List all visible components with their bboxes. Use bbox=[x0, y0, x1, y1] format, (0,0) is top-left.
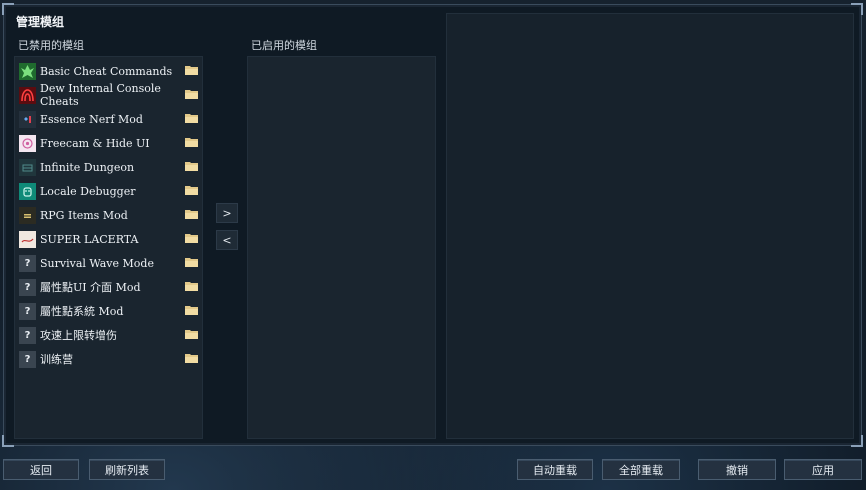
mod-name: SUPER LACERTA bbox=[40, 232, 139, 246]
mod-name: 攻速上限转增伤 bbox=[40, 328, 117, 342]
reload-all-button[interactable]: 全部重载 bbox=[602, 459, 680, 480]
dungeon-icon bbox=[19, 158, 36, 176]
folder-icon[interactable] bbox=[185, 209, 198, 219]
folder-icon[interactable] bbox=[185, 353, 198, 363]
mod-name: Essence Nerf Mod bbox=[40, 112, 143, 126]
mod-item[interactable]: Freecam & Hide UI bbox=[17, 131, 200, 155]
manage-mods-dialog: 管理模组 已禁用的模组 已启用的模组 Basic Cheat Commands … bbox=[2, 3, 863, 447]
mod-item[interactable]: ? 屬性點UI 介面 Mod bbox=[17, 275, 200, 299]
enable-mod-button[interactable]: > bbox=[216, 203, 238, 223]
auto-reload-button[interactable]: 自动重载 bbox=[517, 459, 593, 480]
mod-name: 屬性點系統 Mod bbox=[40, 304, 124, 318]
mod-item[interactable]: ? 攻速上限转增伤 bbox=[17, 323, 200, 347]
mod-name: Infinite Dungeon bbox=[40, 160, 135, 174]
folder-icon[interactable] bbox=[185, 89, 198, 99]
mod-item[interactable]: Infinite Dungeon bbox=[17, 155, 200, 179]
corner-ornament bbox=[2, 435, 14, 447]
cheat-icon bbox=[19, 62, 36, 80]
folder-icon[interactable] bbox=[185, 233, 198, 243]
enabled-mods-list[interactable] bbox=[247, 56, 436, 439]
console-icon bbox=[19, 86, 36, 104]
mod-item[interactable]: Essence Nerf Mod bbox=[17, 107, 200, 131]
dialog-title: 管理模组 bbox=[16, 15, 65, 29]
mod-item[interactable]: RPG Items Mod bbox=[17, 203, 200, 227]
apply-button[interactable]: 应用 bbox=[784, 459, 862, 480]
disable-mod-button[interactable]: < bbox=[216, 230, 238, 250]
mod-name: RPG Items Mod bbox=[40, 208, 128, 222]
mod-name: Freecam & Hide UI bbox=[40, 136, 150, 150]
mod-name: Dew Internal Console Cheats bbox=[40, 82, 161, 108]
unknown-mod-icon: ? bbox=[19, 326, 36, 344]
unknown-mod-icon: ? bbox=[19, 278, 36, 296]
unknown-mod-icon: ? bbox=[19, 350, 36, 368]
locale-icon bbox=[19, 182, 36, 200]
back-button[interactable]: 返回 bbox=[3, 459, 79, 480]
mod-name: 屬性點UI 介面 Mod bbox=[40, 280, 141, 294]
rpg-icon bbox=[19, 206, 36, 224]
mod-details-panel bbox=[446, 13, 854, 439]
folder-icon[interactable] bbox=[185, 281, 198, 291]
lacerta-icon bbox=[19, 230, 36, 248]
folder-icon[interactable] bbox=[185, 257, 198, 267]
cancel-button[interactable]: 撤销 bbox=[698, 459, 776, 480]
disabled-mods-list[interactable]: Basic Cheat Commands Dew Internal Consol… bbox=[14, 56, 203, 439]
mod-item[interactable]: ? 训练营 bbox=[17, 347, 200, 371]
disabled-mods-label: 已禁用的模组 bbox=[18, 39, 84, 52]
freecam-icon bbox=[19, 134, 36, 152]
refresh-list-button[interactable]: 刷新列表 bbox=[89, 459, 165, 480]
unknown-mod-icon: ? bbox=[19, 254, 36, 272]
essence-icon bbox=[19, 110, 36, 128]
mod-item[interactable]: ? Survival Wave Mode bbox=[17, 251, 200, 275]
enabled-mods-label: 已启用的模组 bbox=[251, 39, 317, 52]
mod-name: 训练营 bbox=[40, 352, 73, 366]
folder-icon[interactable] bbox=[185, 305, 198, 315]
mod-item[interactable]: Dew Internal Console Cheats bbox=[17, 82, 200, 108]
mod-item[interactable]: Basic Cheat Commands bbox=[17, 59, 200, 83]
folder-icon[interactable] bbox=[185, 185, 198, 195]
corner-ornament bbox=[2, 3, 14, 15]
folder-icon[interactable] bbox=[185, 137, 198, 147]
mod-item[interactable]: ? 屬性點系統 Mod bbox=[17, 299, 200, 323]
folder-icon[interactable] bbox=[185, 329, 198, 339]
folder-icon[interactable] bbox=[185, 65, 198, 75]
mod-name: Locale Debugger bbox=[40, 184, 136, 198]
mod-name: Basic Cheat Commands bbox=[40, 64, 173, 78]
mod-item[interactable]: SUPER LACERTA bbox=[17, 227, 200, 251]
mod-item[interactable]: Locale Debugger bbox=[17, 179, 200, 203]
unknown-mod-icon: ? bbox=[19, 302, 36, 320]
mod-name: Survival Wave Mode bbox=[40, 256, 154, 270]
folder-icon[interactable] bbox=[185, 113, 198, 123]
folder-icon[interactable] bbox=[185, 161, 198, 171]
